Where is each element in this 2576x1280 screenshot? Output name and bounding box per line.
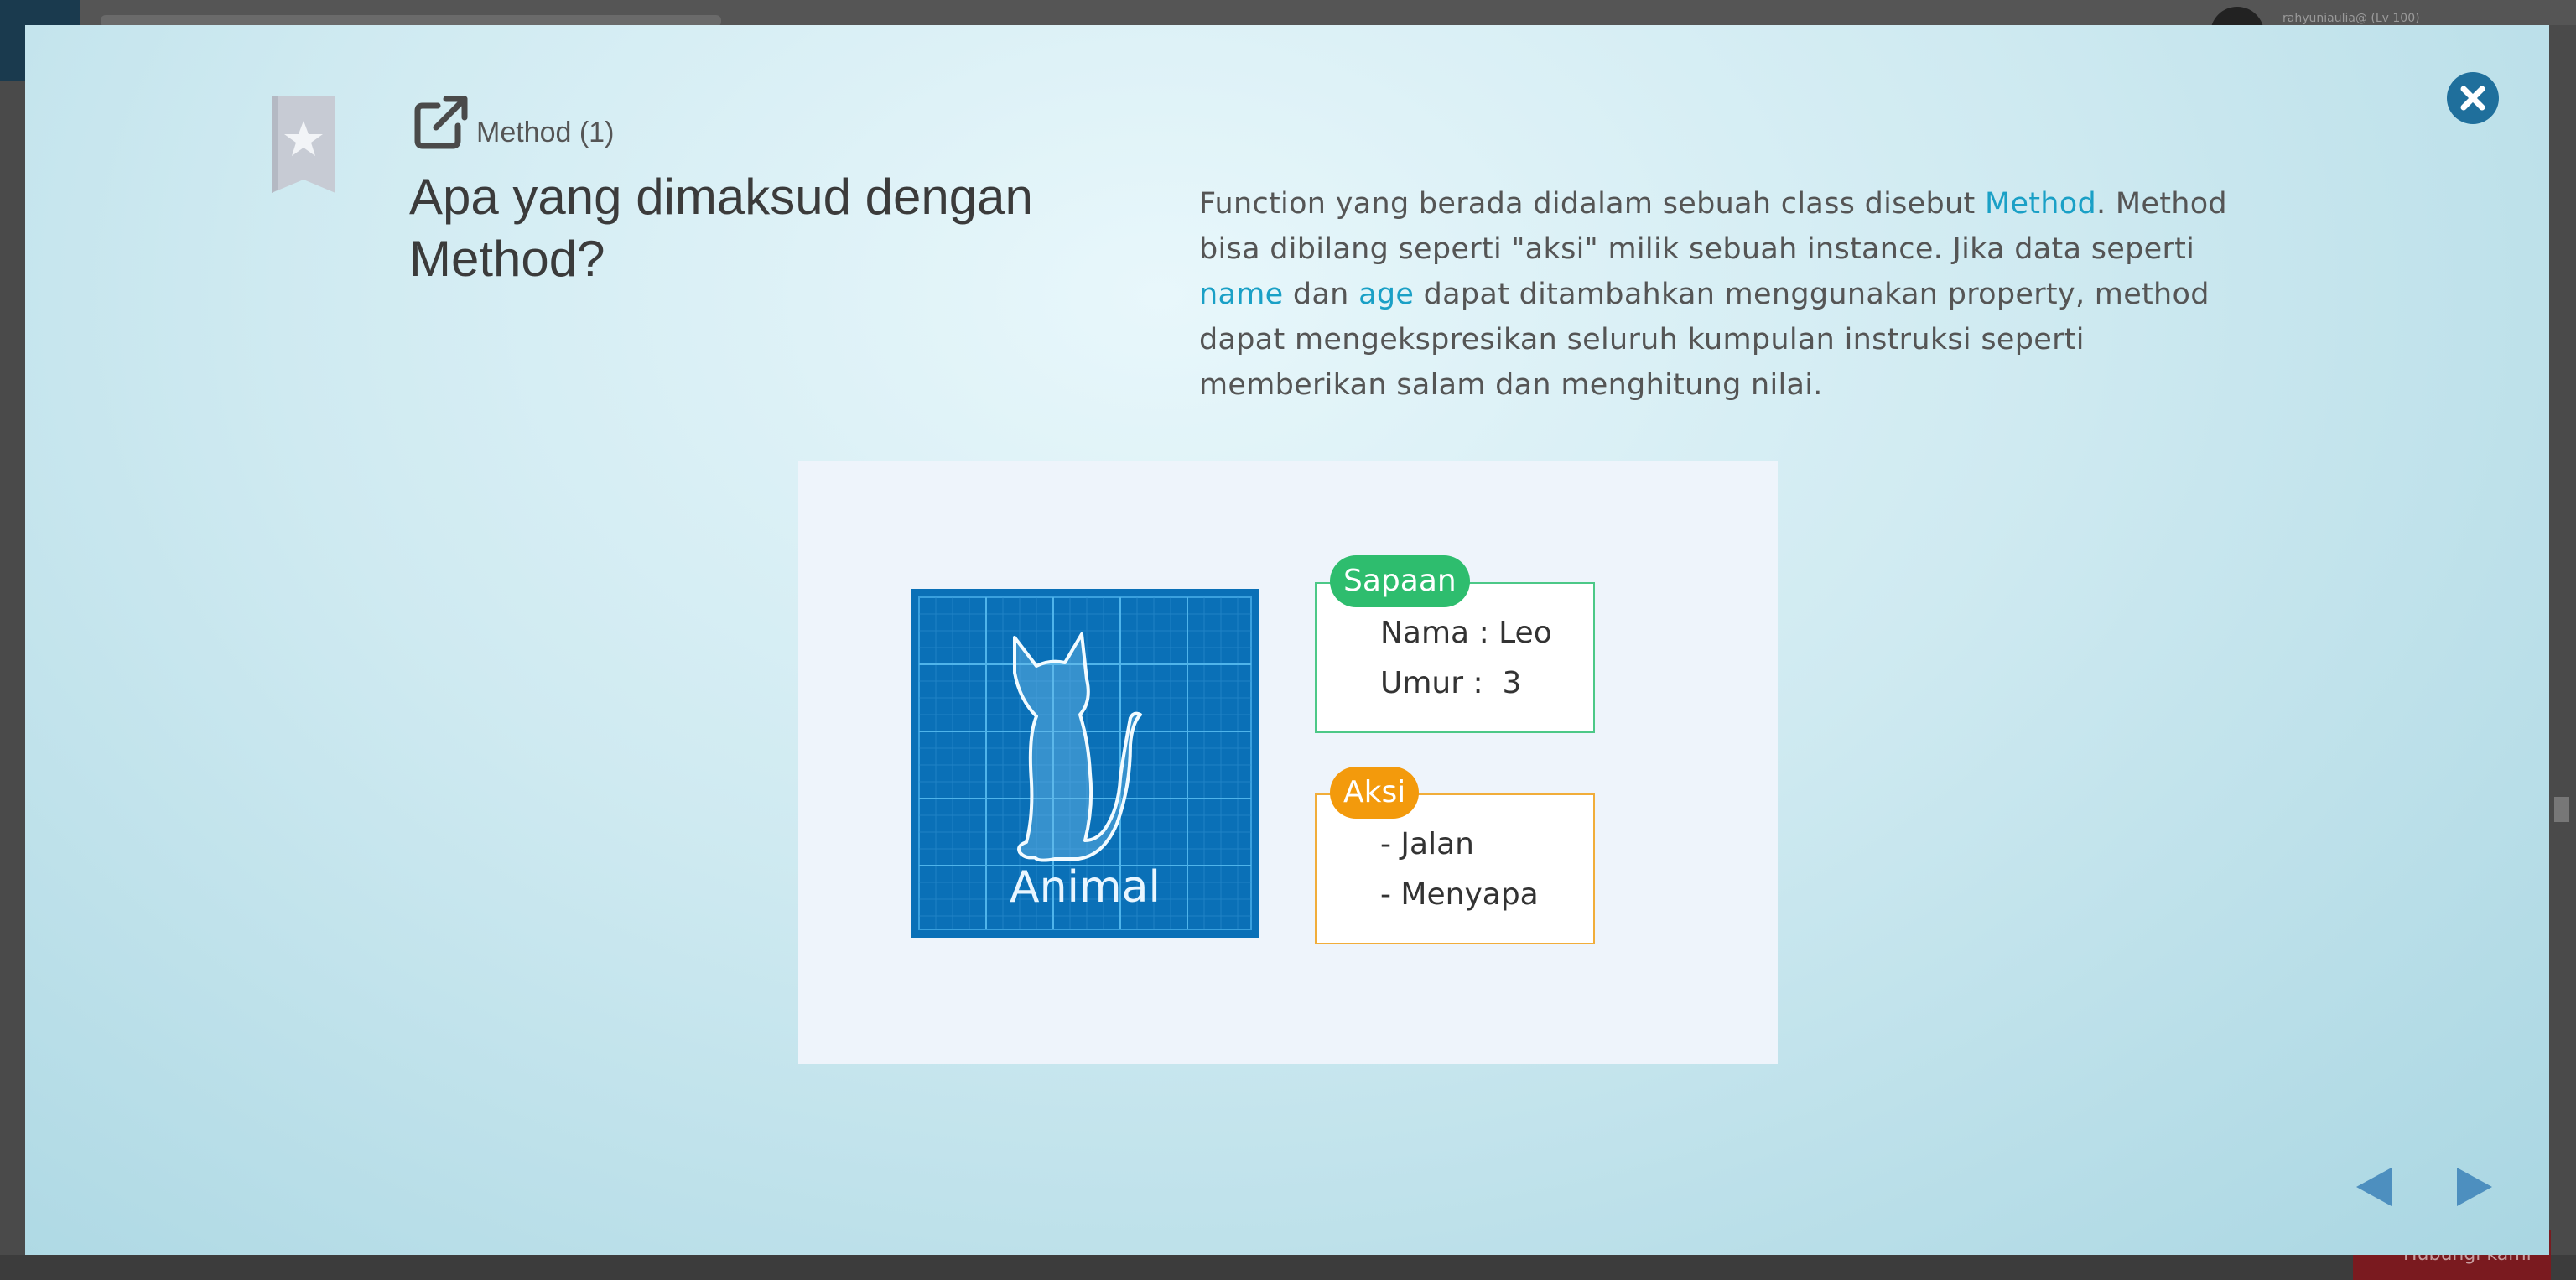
animal-blueprint-card: Animal <box>911 589 1259 938</box>
background-username: rahyuniaulia@ (Lv 100) <box>2283 12 2420 25</box>
triangle-left-icon <box>2356 1168 2392 1206</box>
property-badge: Sapaan <box>1330 555 1470 607</box>
method-box: Aksi - Jalan - Menyapa <box>1315 767 1595 944</box>
next-slide-button[interactable] <box>2454 1166 2496 1208</box>
close-button[interactable] <box>2447 72 2499 124</box>
method-line: - Jalan <box>1380 827 1474 861</box>
background-scrollbar <box>2554 797 2569 822</box>
highlight-age: age <box>1358 278 1415 311</box>
bookmark-button[interactable] <box>268 96 339 195</box>
method-line: - Menyapa <box>1380 877 1539 912</box>
property-box: Sapaan Nama : Leo Umur : 3 <box>1315 555 1595 733</box>
explanation-part: Function yang berada didalam sebuah clas… <box>1199 187 1985 221</box>
previous-slide-button[interactable] <box>2353 1166 2395 1208</box>
explanation-text: Function yang berada didalam sebuah clas… <box>1199 181 2256 408</box>
close-icon <box>2460 86 2485 111</box>
lesson-tag-label: Method (1) <box>476 117 615 148</box>
property-line: Nama : Leo <box>1380 616 1552 650</box>
highlight-method: Method <box>1984 187 2097 221</box>
triangle-right-icon <box>2457 1168 2492 1206</box>
highlight-name: name <box>1199 278 1284 311</box>
property-line: Umur : 3 <box>1380 666 1522 700</box>
question-title: Apa yang dimaksud dengan Method? <box>409 169 1033 287</box>
star-bookmark-icon <box>272 96 335 193</box>
method-badge: Aksi <box>1330 767 1420 819</box>
animal-class-label: Animal <box>1010 862 1161 913</box>
class-illustration: Animal Sapaan Nama : Leo Umur : 3 Aksi -… <box>798 461 1778 1064</box>
background-bottom-bar <box>0 1255 2576 1280</box>
explanation-part: dan <box>1283 278 1359 311</box>
lesson-modal: Method (1) Apa yang dimaksud dengan Meth… <box>25 25 2549 1255</box>
lesson-tag: Method (1) <box>413 94 614 151</box>
external-link-icon <box>414 96 468 149</box>
